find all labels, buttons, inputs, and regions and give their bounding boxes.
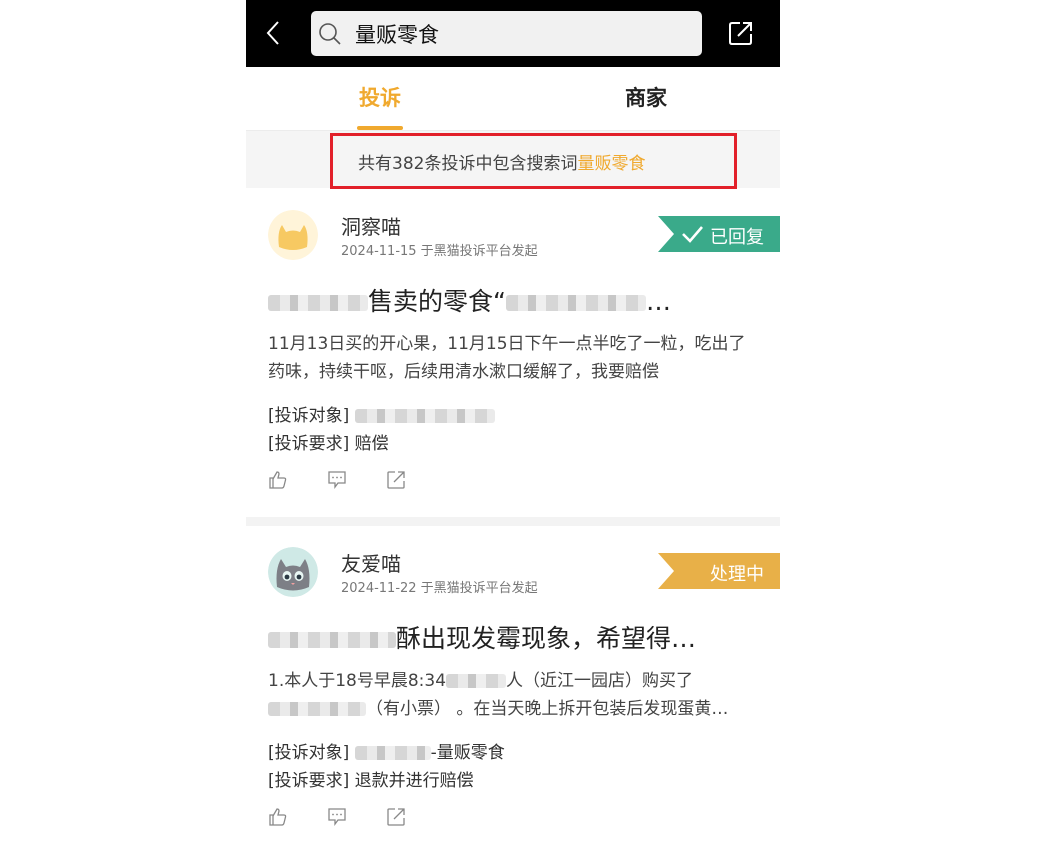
complaint-title[interactable]: 酥出现发霉现象，希望得…: [268, 619, 696, 655]
redacted-blur: [268, 632, 396, 648]
share-icon[interactable]: [386, 470, 406, 490]
complaint-title[interactable]: 售卖的零食“…: [268, 282, 671, 318]
active-tab-indicator: [357, 126, 403, 130]
status-badge: 处理中: [658, 553, 780, 589]
tab-bar: 投诉 商家: [246, 67, 780, 131]
redacted-blur: [354, 746, 431, 760]
top-bar: [246, 0, 780, 67]
complaint-target: [投诉对象] -量贩零食: [268, 743, 505, 763]
complaint-target: [投诉对象]: [268, 401, 495, 426]
back-arrow-icon[interactable]: [264, 18, 284, 48]
action-row: [268, 470, 408, 492]
redacted-blur: [505, 295, 646, 311]
tab-complaints[interactable]: 投诉: [300, 67, 460, 130]
complaint-demand: [投诉要求] 赔偿: [268, 434, 389, 454]
share-icon[interactable]: [728, 20, 754, 46]
complaint-body: 1.本人于18号早晨8:34 人（近江一园店）购买了 （有小票） 。在当天晚上拆开包…: [268, 671, 729, 719]
action-row: [268, 807, 408, 829]
card-separator: [246, 517, 780, 526]
status-badge: 已回复: [658, 216, 780, 252]
redacted-blur: [354, 409, 495, 423]
complaint-demand: [投诉要求] 退款并进行赔偿: [268, 771, 474, 791]
highlight-box: [330, 133, 737, 189]
search-box[interactable]: [311, 11, 702, 56]
tab-merchants[interactable]: 商家: [566, 67, 726, 130]
post-date: 2024-11-22 于黑猫投诉平台发起: [341, 581, 538, 596]
post-date: 2024-11-15 于黑猫投诉平台发起: [341, 244, 538, 259]
phone-screen: 投诉 商家 共有382条投诉中包含搜索词量贩零食 洞察喵 2024-11-15 …: [246, 0, 780, 857]
comment-icon[interactable]: [327, 807, 347, 827]
redacted-blur: [446, 674, 507, 688]
search-icon: [318, 22, 342, 46]
user-name[interactable]: 友爱喵: [341, 548, 401, 577]
search-input[interactable]: [355, 16, 685, 51]
complaint-card[interactable]: 友爱喵 2024-11-22 于黑猫投诉平台发起 处理中 酥出现发霉现象，希望得…: [246, 527, 780, 857]
complaint-card[interactable]: 洞察喵 2024-11-15 于黑猫投诉平台发起 已回复 售卖的零食“… 11月…: [246, 190, 780, 517]
comment-icon[interactable]: [327, 470, 347, 490]
redacted-blur: [268, 702, 366, 716]
gray-cat-avatar[interactable]: [268, 547, 318, 597]
share-icon[interactable]: [386, 807, 406, 827]
complaint-body: 11月13日买的开心果，11月15日下午一点半吃了一粒，吃出了药味，持续干呕，后…: [268, 334, 746, 382]
like-icon[interactable]: [268, 807, 288, 827]
yellow-cat-avatar[interactable]: [268, 210, 318, 260]
redacted-blur: [268, 295, 368, 311]
user-name[interactable]: 洞察喵: [341, 211, 401, 240]
like-icon[interactable]: [268, 470, 288, 490]
